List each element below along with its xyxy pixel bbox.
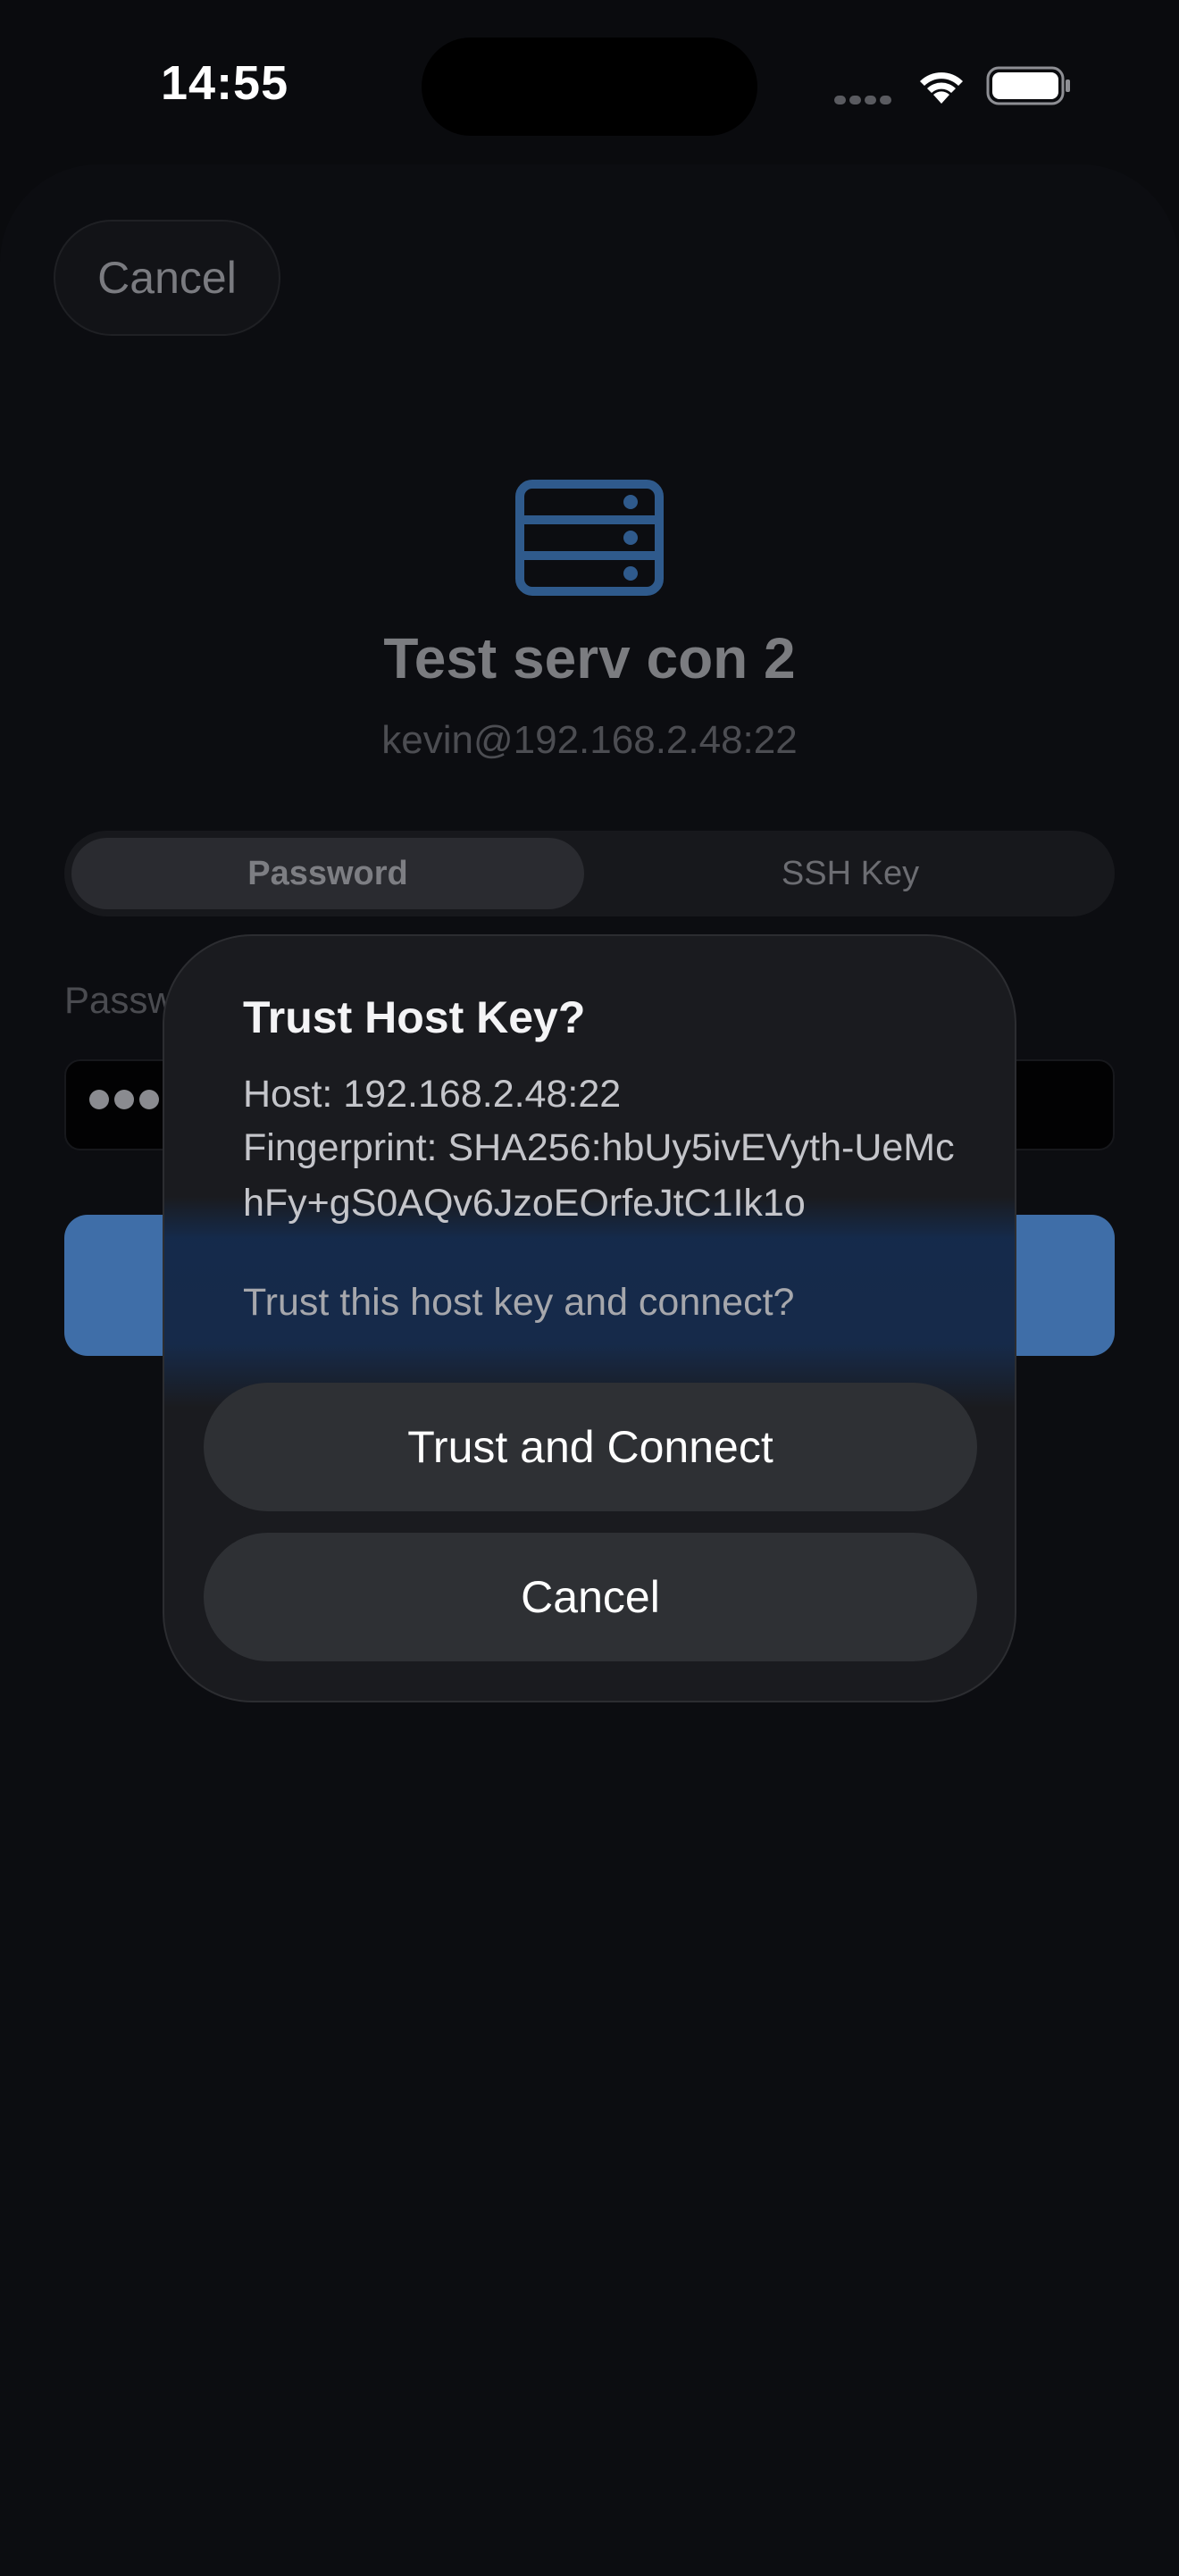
- dialog-question: Trust this host key and connect?: [243, 1281, 795, 1324]
- server-name: Test serv con 2: [383, 626, 796, 690]
- auth-method-selector: Password SSH Key: [64, 831, 1115, 916]
- tab-ssh-key[interactable]: SSH Key: [593, 838, 1108, 909]
- password-label: Password: [64, 979, 171, 1021]
- dialog-host: Host: 192.168.2.48:22: [243, 1073, 622, 1116]
- trust-and-connect-button[interactable]: Trust and Connect: [204, 1383, 977, 1511]
- dialog-fingerprint: Fingerprint: SHA256:hbUy5ivEVyth-UeMchFy…: [243, 1126, 955, 1225]
- tab-password[interactable]: Password: [71, 838, 584, 909]
- password-mask: [89, 1090, 164, 1114]
- dialog-cancel-button[interactable]: Cancel: [204, 1533, 977, 1661]
- battery-icon: [986, 66, 1070, 105]
- dynamic-island: [422, 38, 757, 136]
- status-bar: 14:55: [0, 0, 1179, 170]
- wifi-icon: [920, 72, 963, 104]
- trust-host-key-dialog: Trust Host Key? Host: 192.168.2.48:22 Fi…: [163, 934, 1016, 1702]
- cancel-button[interactable]: Cancel: [54, 220, 280, 336]
- cellular-signal-icon: [834, 93, 897, 105]
- status-time: 14:55: [161, 56, 289, 110]
- dialog-title: Trust Host Key?: [243, 992, 586, 1042]
- server-address: kevin@192.168.2.48:22: [381, 718, 798, 762]
- server-icon: [515, 480, 664, 596]
